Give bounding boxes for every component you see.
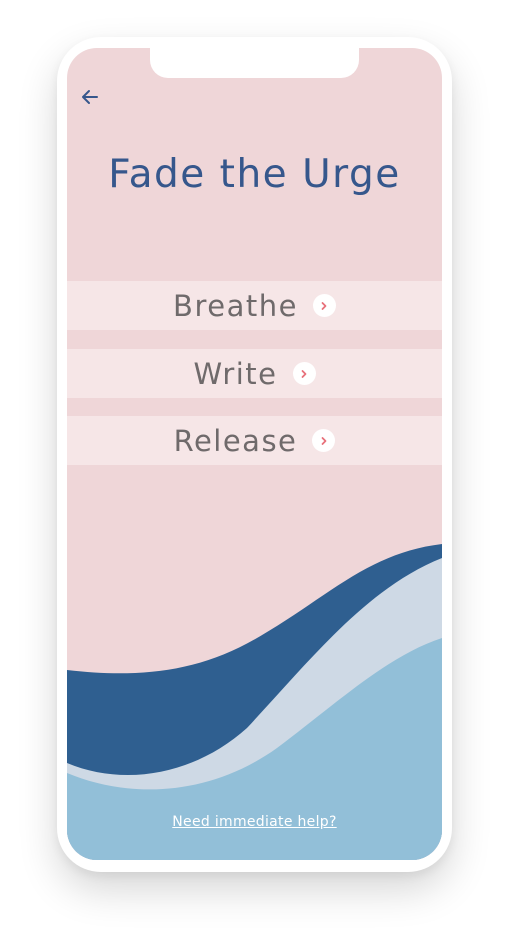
option-label: Release — [173, 423, 298, 458]
option-label: Breathe — [173, 288, 298, 323]
option-label: Write — [193, 356, 278, 391]
app-screen: Fade the Urge Breathe Write Release Need… — [67, 48, 442, 860]
chevron-right-icon — [312, 294, 336, 317]
phone-notch — [150, 48, 359, 78]
option-breathe[interactable]: Breathe — [67, 281, 442, 330]
option-write[interactable]: Write — [67, 349, 442, 398]
chevron-right-icon — [292, 362, 316, 385]
page: Fade the Urge Breathe Write Release Need… — [0, 0, 509, 949]
back-button[interactable] — [78, 85, 102, 109]
arrow-left-icon — [82, 90, 98, 104]
chevron-right-icon — [312, 429, 336, 452]
phone-frame: Fade the Urge Breathe Write Release Need… — [57, 37, 452, 872]
option-release[interactable]: Release — [67, 416, 442, 465]
need-help-link[interactable]: Need immediate help? — [67, 814, 442, 830]
